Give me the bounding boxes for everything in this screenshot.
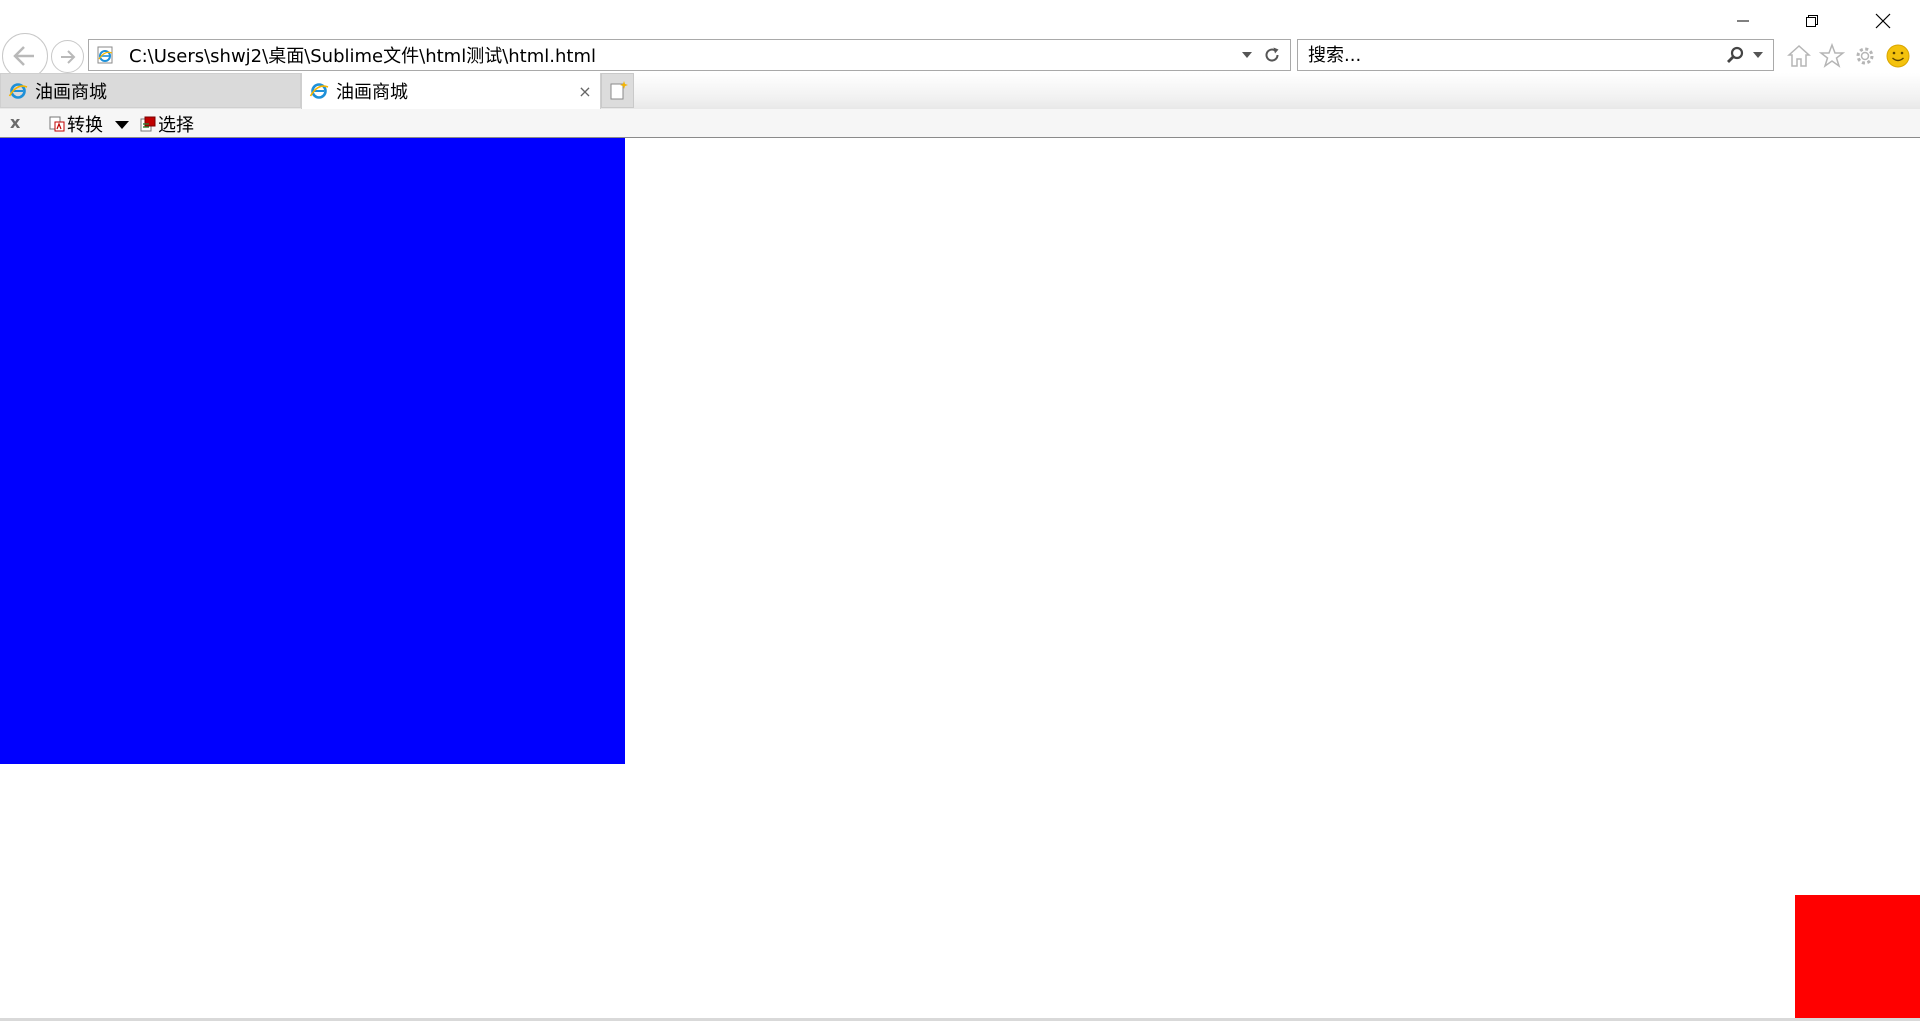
restore-button[interactable] <box>1789 6 1835 36</box>
tab-active[interactable]: 油画商城 × <box>301 73 601 109</box>
restore-icon <box>1806 15 1818 27</box>
select-label: 选择 <box>158 115 194 136</box>
red-box <box>1795 895 1920 1020</box>
forward-arrow-icon <box>60 49 75 64</box>
tab-strip: 油画商城 油画商城 × <box>0 73 1920 109</box>
new-tab-button[interactable] <box>601 73 634 108</box>
address-bar[interactable]: C:\Users\shwj2\桌面\Sublime文件\html测试\html.… <box>88 39 1291 71</box>
convert-button[interactable]: 转换 <box>49 113 103 136</box>
convert-label: 转换 <box>67 115 103 136</box>
chevron-down-icon[interactable] <box>114 119 130 131</box>
pdf-toolbar: x 转换 选择 <box>0 109 1920 138</box>
address-url[interactable]: C:\Users\shwj2\桌面\Sublime文件\html测试\html.… <box>129 42 1238 68</box>
ie-page-icon <box>95 45 115 65</box>
select-button[interactable]: 选择 <box>140 113 194 136</box>
tab-close-icon[interactable]: × <box>576 82 594 101</box>
home-icon[interactable] <box>1785 42 1813 70</box>
close-icon <box>1875 13 1891 29</box>
search-dropdown-icon[interactable] <box>1749 45 1767 65</box>
pdf-convert-icon <box>49 116 65 132</box>
browser-window: C:\Users\shwj2\桌面\Sublime文件\html测试\html.… <box>0 0 1920 1021</box>
ie-logo-icon <box>308 80 330 102</box>
tab-title: 油画商城 <box>35 81 107 103</box>
new-tab-icon <box>610 80 628 99</box>
smiley-icon[interactable] <box>1884 42 1912 70</box>
blue-box <box>0 138 625 764</box>
page-viewport <box>0 138 1920 1021</box>
pdf-select-icon <box>140 116 156 132</box>
minimize-button[interactable] <box>1720 6 1766 36</box>
toolbar-close-button[interactable]: x <box>10 113 20 132</box>
close-window-button[interactable] <box>1860 6 1906 36</box>
back-arrow-icon <box>13 46 34 66</box>
tab-title: 油画商城 <box>336 82 408 103</box>
search-input[interactable] <box>1306 43 1723 67</box>
search-icon[interactable] <box>1723 43 1747 67</box>
forward-button[interactable] <box>51 40 84 73</box>
star-icon[interactable] <box>1818 42 1846 70</box>
gear-icon[interactable] <box>1851 42 1879 70</box>
search-box[interactable] <box>1297 39 1774 71</box>
address-dropdown-icon[interactable] <box>1238 45 1256 65</box>
refresh-icon[interactable] <box>1260 43 1284 67</box>
ie-logo-icon <box>7 80 29 102</box>
minimize-icon <box>1737 20 1749 22</box>
tab-inactive[interactable]: 油画商城 <box>0 73 301 108</box>
